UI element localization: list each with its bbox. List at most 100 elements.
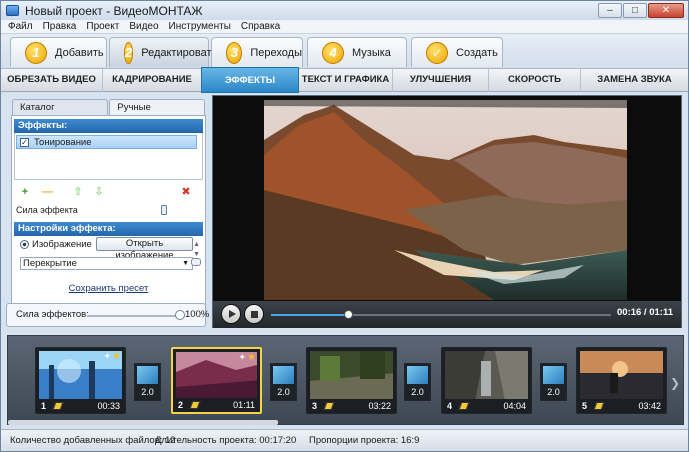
timeline-clip[interactable]: 5 03:42 [576,347,667,414]
transition-duration: 2.0 [141,387,154,397]
effect-settings-header: Настройки эффекта: [14,222,203,236]
maximize-button[interactable]: □ [623,3,647,18]
image-radio[interactable] [20,240,29,249]
menu-help[interactable]: Справка [241,21,280,32]
clip-duration: 01:11 [233,400,255,410]
effect-checkbox[interactable]: ✓ [20,137,29,147]
effects-toolbar: + — ⇧ ⇩ ✖ [16,184,201,202]
list-item[interactable]: ✓ Тонирование [16,135,197,149]
timeline-clip[interactable]: ✦ ★ 1 00:33 [35,347,126,414]
open-image-button[interactable]: Открыть изображение [96,237,193,261]
clip-thumbnail [310,351,393,399]
title-bar: Новый проект - ВидеоМОНТАЖ – □ ✕ [1,1,688,20]
app-window: Новый проект - ВидеоМОНТАЖ – □ ✕ Файл Пр… [0,0,689,452]
clip-number: 1 [41,401,47,411]
transition-thumbnail [137,366,158,384]
star-icon: ★ [112,351,121,362]
scroll-arrows-icon[interactable]: ▲ ▼ [193,240,200,260]
global-strength-slider[interactable] [175,310,185,320]
menu-file[interactable]: Файл [8,21,33,32]
timeline-clip[interactable]: 4 04:04 [441,347,532,414]
subtab-replace-sound[interactable]: ЗАМЕНА ЗВУКА [581,69,688,92]
timeline-clip[interactable]: ✦ ★ 2 01:11 [171,347,262,414]
seek-bar[interactable] [271,310,611,319]
add-icon[interactable]: + [20,187,30,198]
edit-pencil-icon[interactable] [593,402,605,410]
menu-bar: Файл Правка Проект Видео Инструменты Спр… [1,20,688,34]
edit-pencil-icon[interactable] [323,402,335,410]
chevron-down-icon: ▼ [182,260,189,267]
arrow-up-icon[interactable]: ⇧ [73,187,83,198]
tab-manual-settings[interactable]: Ручные настройки [109,99,205,128]
play-button[interactable] [221,304,241,324]
subtab-speed[interactable]: СКОРОСТЬ [489,69,581,92]
seek-progress [271,314,348,316]
subtab-effects[interactable]: ЭФФЕКТЫ [201,67,299,93]
step-number-icon: 2 [124,41,134,64]
image-label: Изображение [32,239,92,250]
menu-edit[interactable]: Правка [43,21,77,32]
app-logo-icon [6,5,19,16]
save-preset-link[interactable]: Сохранить пресет [14,283,203,294]
clip-number: 5 [582,401,588,411]
delete-icon[interactable]: ✖ [181,187,191,198]
step-label: Добавить [55,46,104,59]
transition-duration: 2.0 [547,387,560,397]
menu-video[interactable]: Видео [129,21,158,32]
video-preview: 00:16 / 01:11 [212,95,682,328]
global-strength-panel: Сила эффектов: 100% [6,303,210,327]
minimize-button[interactable]: – [598,3,622,18]
toggle-icon[interactable] [191,258,201,266]
transition[interactable]: 2.0 [404,363,431,401]
transition[interactable]: 2.0 [134,363,161,401]
effect-strength-label: Сила эффекта [16,205,78,215]
step-create[interactable]: ✓ Создать [411,37,503,67]
workflow-steps: 1 Добавить 2 Редактировать 3 Переходы 4 … [1,34,688,68]
close-button[interactable]: ✕ [648,3,684,18]
step-label: Создать [456,46,498,59]
edit-pencil-icon[interactable] [52,402,64,410]
status-file-count: Количество добавленных файлов: 12 [10,435,176,446]
menu-project[interactable]: Проект [86,21,119,32]
transition-thumbnail [543,366,564,384]
step-transitions[interactable]: 3 Переходы [211,37,303,67]
step-label: Редактировать [141,46,218,59]
effect-strength-slider[interactable] [161,205,167,215]
clip-number: 2 [178,400,184,410]
step-add[interactable]: 1 Добавить [10,37,107,67]
edit-pencil-icon[interactable] [458,402,470,410]
subtab-enhancements[interactable]: УЛУЧШЕНИЯ [393,69,489,92]
subtab-trim[interactable]: ОБРЕЗАТЬ ВИДЕО [1,69,103,92]
status-duration: Длительность проекта: 00:17:20 [155,435,297,446]
subtab-crop[interactable]: КАДРИРОВАНИЕ [103,69,202,92]
timeline-scrollbar[interactable] [8,420,278,425]
clip-number: 4 [447,401,453,411]
subtab-text-graphics[interactable]: ТЕКСТ И ГРАФИКА [299,69,393,92]
step-label: Переходы [250,46,302,59]
arrow-down-icon[interactable]: ⇩ [94,187,104,198]
timecode: 00:16 / 01:11 [617,307,673,318]
global-strength-value: 100% [185,309,210,320]
step-number-icon: 4 [322,41,344,64]
clip-number: 3 [312,401,318,411]
clip-duration: 00:33 [97,401,120,411]
stop-button[interactable] [244,304,264,324]
blend-mode-select[interactable]: Перекрытие ▼ [20,257,193,270]
step-edit[interactable]: 2 Редактировать [109,37,217,67]
step-music[interactable]: 4 Музыка [307,37,407,67]
seek-handle[interactable] [343,310,353,319]
tab-effects-catalog[interactable]: Каталог эффектов [12,99,109,128]
player-controls: 00:16 / 01:11 [213,301,681,328]
global-strength-track[interactable] [87,315,182,317]
edit-pencil-icon[interactable] [189,401,201,409]
transition[interactable]: 2.0 [270,363,297,401]
transition[interactable]: 2.0 [540,363,567,401]
timeline-clip[interactable]: 3 03:22 [306,347,397,414]
remove-icon[interactable]: — [42,187,53,198]
status-bar: Количество добавленных файлов: 12 Длител… [1,429,688,451]
effects-list: ✓ Тонирование [14,133,203,180]
video-frame [264,100,627,300]
chevron-right-icon[interactable]: ❯ [670,376,680,390]
global-strength-label: Сила эффектов: [16,309,89,320]
menu-tools[interactable]: Инструменты [169,21,231,32]
